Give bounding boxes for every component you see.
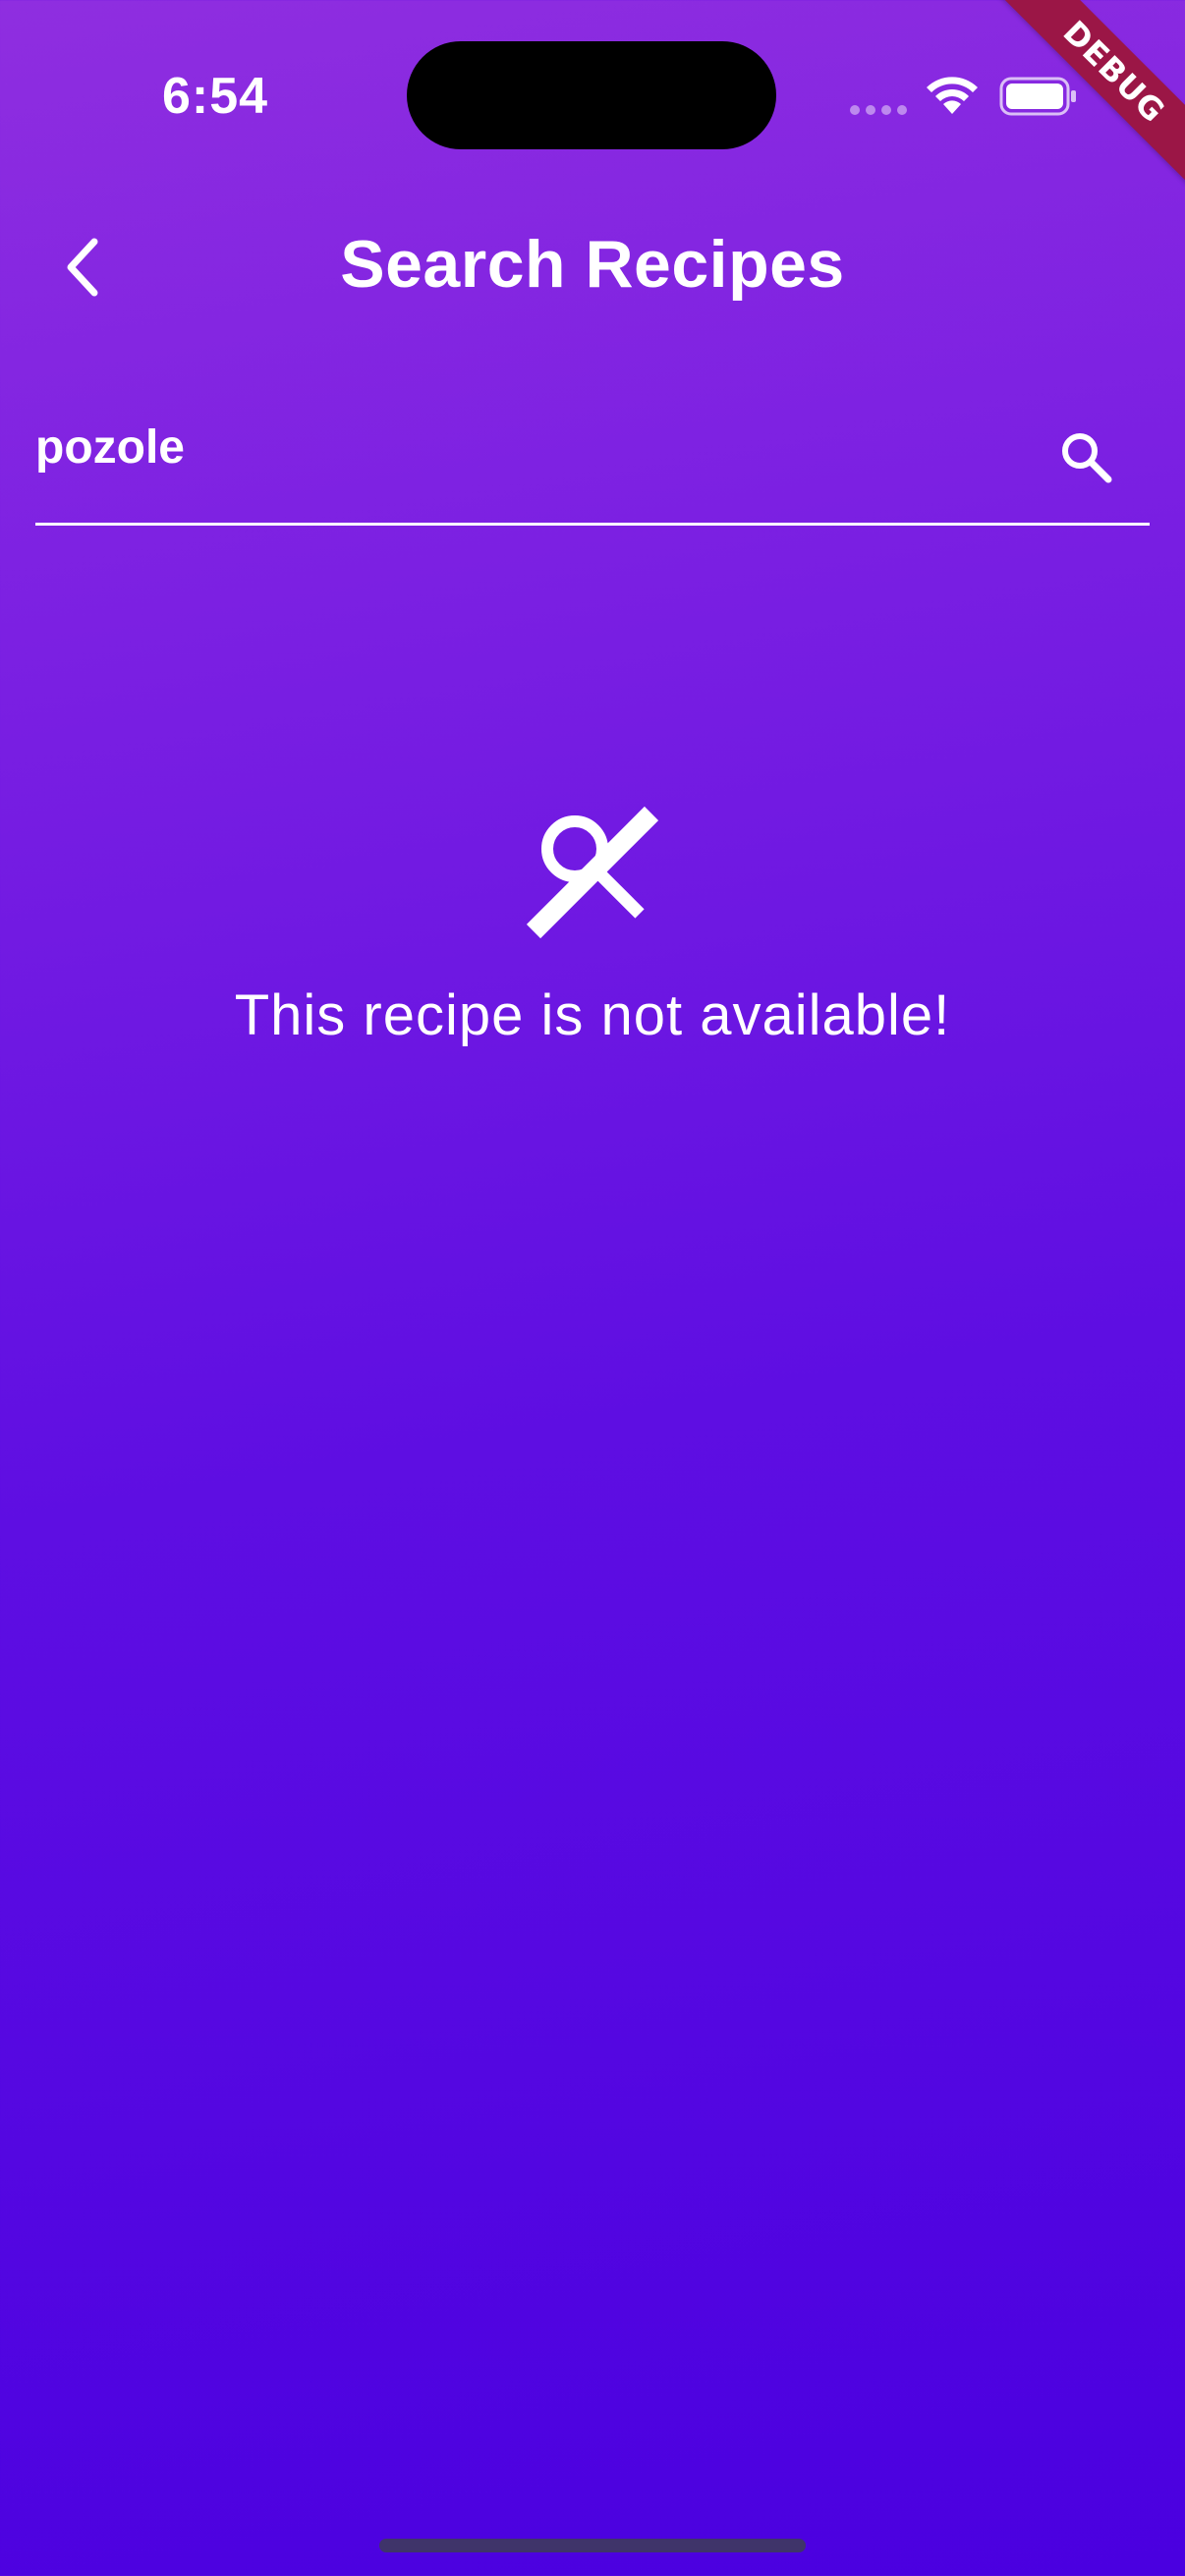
wifi-icon (927, 77, 978, 114)
search-off-icon (526, 806, 659, 939)
search-icon (1062, 433, 1112, 483)
page-title: Search Recipes (340, 227, 845, 302)
dynamic-island (407, 41, 776, 149)
empty-state: This recipe is not available! (0, 786, 1185, 1048)
empty-message: This recipe is not available! (234, 983, 951, 1047)
search-input[interactable] (35, 403, 979, 491)
status-time: 6:54 (162, 68, 269, 125)
cellular-signal-icon (850, 105, 907, 115)
search-field (35, 383, 1150, 526)
status-bar: 6:54 (0, 0, 1185, 187)
app-bar: Search Recipes (0, 196, 1185, 334)
search-button[interactable] (1042, 413, 1130, 501)
home-indicator (379, 2539, 806, 2552)
battery-icon (999, 77, 1076, 116)
